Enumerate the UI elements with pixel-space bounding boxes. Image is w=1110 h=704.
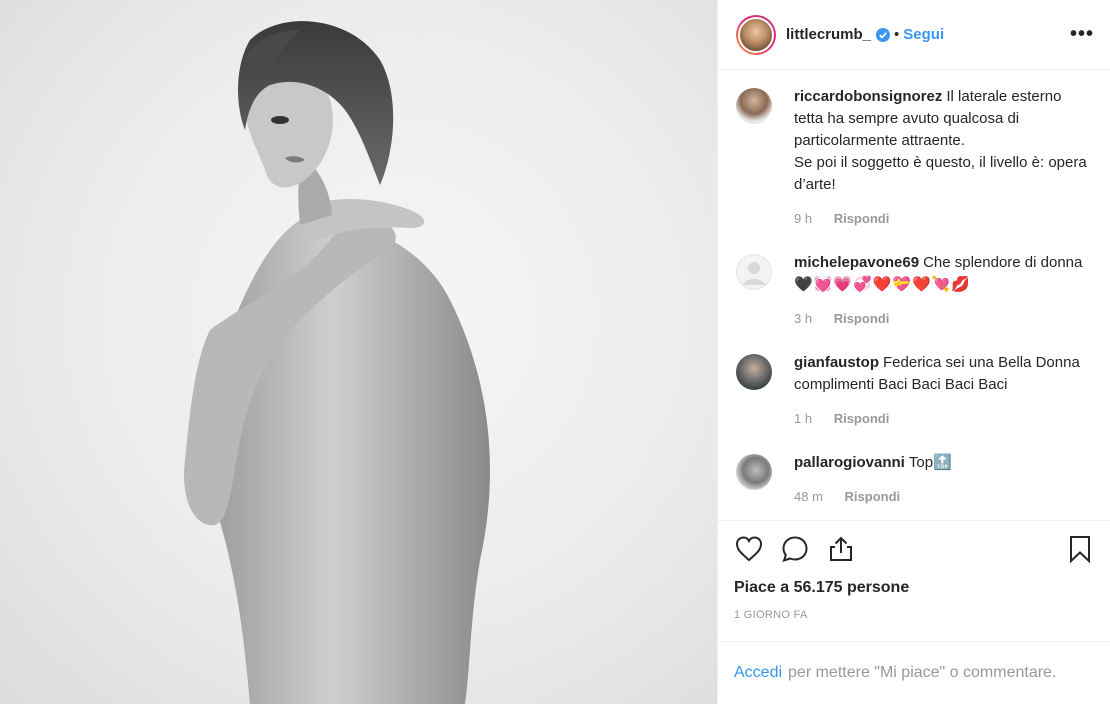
login-prompt: Accedi per mettere "Mi piace" o commenta… xyxy=(718,641,1110,704)
default-user-icon xyxy=(743,262,765,285)
comment-item: gianfaustop Federica sei una Bella Donna … xyxy=(736,352,1094,430)
comment-text-line2: Se poi il soggetto è questo, il livello … xyxy=(794,154,1087,193)
post-photo[interactable] xyxy=(0,0,717,704)
comment-time[interactable]: 3 h xyxy=(794,311,812,326)
commenter-username[interactable]: gianfaustop xyxy=(794,354,879,371)
reply-button[interactable]: Rispondi xyxy=(834,311,890,326)
more-options-icon[interactable]: ••• xyxy=(1070,23,1094,46)
comment-text: Top🔝 xyxy=(908,454,952,471)
reply-button[interactable]: Rispondi xyxy=(845,489,901,504)
login-link[interactable]: Accedi xyxy=(734,664,782,682)
post-timestamp[interactable]: 1 GIORNO FA xyxy=(734,609,1094,621)
photo-illustration xyxy=(184,21,490,704)
heart-icon[interactable] xyxy=(734,534,764,564)
post-header: littlecrumb_ • Segui ••• xyxy=(718,0,1110,70)
commenter-username[interactable]: pallarogiovanni xyxy=(794,454,905,471)
commenter-username[interactable]: michelepavone69 xyxy=(794,254,919,271)
comment-item: michelepavone69 Che splendore di donna 🖤💓… xyxy=(736,252,1094,330)
profile-username[interactable]: littlecrumb_ xyxy=(786,26,871,43)
reply-button[interactable]: Rispondi xyxy=(834,211,890,226)
login-prompt-text: per mettere "Mi piace" o commentare. xyxy=(788,664,1057,681)
commenter-avatar[interactable] xyxy=(736,88,772,124)
likes-count[interactable]: Piace a 56.175 persone xyxy=(734,579,1094,597)
post-sidebar: littlecrumb_ • Segui ••• riccardobonsign… xyxy=(717,0,1110,704)
profile-avatar[interactable] xyxy=(736,14,776,55)
verified-badge-icon xyxy=(876,27,891,42)
comment-emoji: 🖤💓💗💞❤️💝❤️💘💋 xyxy=(794,276,972,293)
commenter-avatar[interactable] xyxy=(736,354,772,390)
reply-button[interactable]: Rispondi xyxy=(834,411,890,426)
instagram-post: littlecrumb_ • Segui ••• riccardobonsign… xyxy=(0,0,1110,704)
comment-item: pallarogiovanni Top🔝 48 m Rispondi xyxy=(736,452,1094,508)
comment-time[interactable]: 1 h xyxy=(794,411,812,426)
bookmark-icon[interactable] xyxy=(1066,534,1094,564)
comment-item: riccardobonsignorez Il laterale esterno t… xyxy=(736,86,1094,230)
post-actions: Piace a 56.175 persone 1 GIORNO FA xyxy=(718,520,1110,621)
comment-icon[interactable] xyxy=(780,534,810,564)
share-icon[interactable] xyxy=(826,534,856,564)
header-separator: • xyxy=(894,26,900,43)
comment-time[interactable]: 48 m xyxy=(794,489,823,504)
follow-button[interactable]: Segui xyxy=(903,26,944,43)
commenter-username[interactable]: riccardobonsignorez xyxy=(794,88,942,105)
commenter-avatar[interactable] xyxy=(736,454,772,490)
comment-time[interactable]: 9 h xyxy=(794,211,812,226)
comment-text: Che splendore di donna xyxy=(923,254,1083,271)
comments-list[interactable]: riccardobonsignorez Il laterale esterno t… xyxy=(718,70,1110,520)
commenter-avatar[interactable] xyxy=(736,254,772,290)
